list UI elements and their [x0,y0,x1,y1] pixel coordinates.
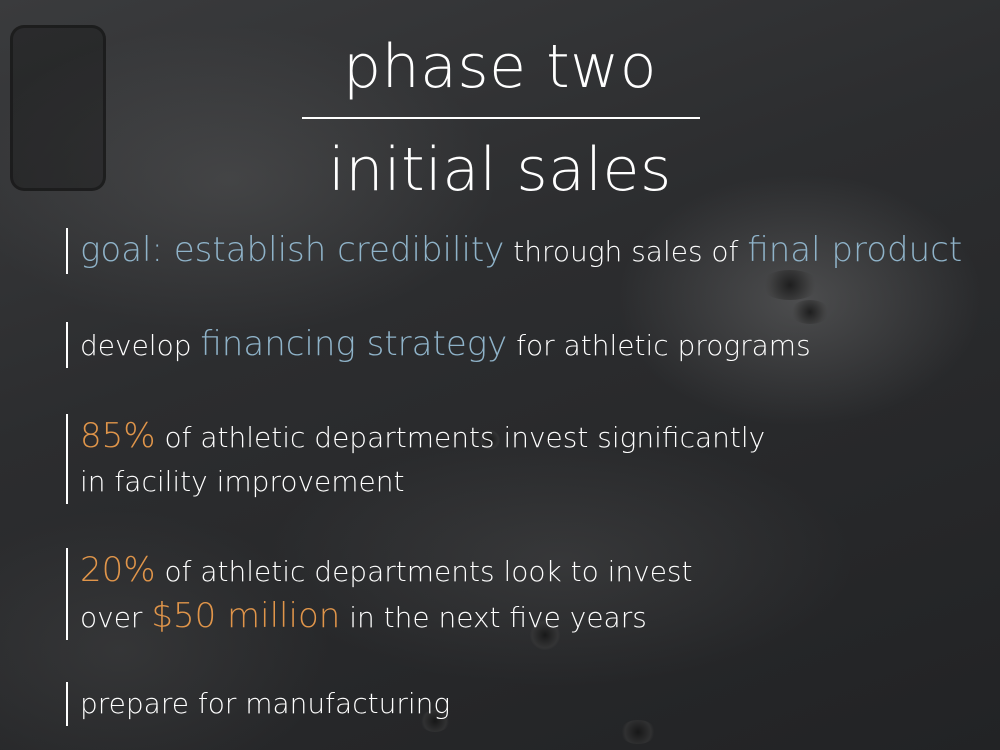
slide-content: phase two initial sales goal: establish … [0,0,1000,750]
bullet-financing: develop financing strategy for athletic … [66,322,811,368]
body-text: develop [80,329,201,362]
bullet-20-percent: 20% of athletic departments look to inve… [66,548,693,640]
bullet-line: 85% of athletic departments invest signi… [80,414,765,460]
body-text: of athletic departments look to invest [155,555,693,588]
highlight-text: final product [747,230,963,270]
bullet-goal: goal: establish credibility through sale… [66,228,962,274]
stat-highlight: $50 million [151,596,341,636]
bullet-manufacturing: prepare for manufacturing [66,682,450,726]
bullet-line: in facility improvement [80,465,405,498]
body-text: in the next five years [340,601,647,634]
slide-title-line1: phase two [343,32,657,102]
body-text: for athletic programs [507,329,811,362]
stat-highlight: 85% [80,416,156,456]
body-text: over [80,601,152,634]
bullet-line: 20% of athletic departments look to inve… [80,548,693,594]
slide-title-line2: initial sales [328,135,672,205]
stat-highlight: 20% [80,550,156,590]
bullet-85-percent: 85% of athletic departments invest signi… [66,414,765,504]
body-text: through sales of [504,235,748,268]
bullet-line: prepare for manufacturing [80,687,451,720]
bullet-line: develop financing strategy for athletic … [80,322,811,368]
body-text: of athletic departments invest significa… [155,421,766,454]
title-divider [302,117,700,119]
bullet-line: over $50 million in the next five years [80,594,693,640]
highlight-text: financing strategy [200,324,508,364]
bullet-line: goal: establish credibility through sale… [80,228,962,274]
highlight-text: goal: establish credibility [80,230,505,270]
